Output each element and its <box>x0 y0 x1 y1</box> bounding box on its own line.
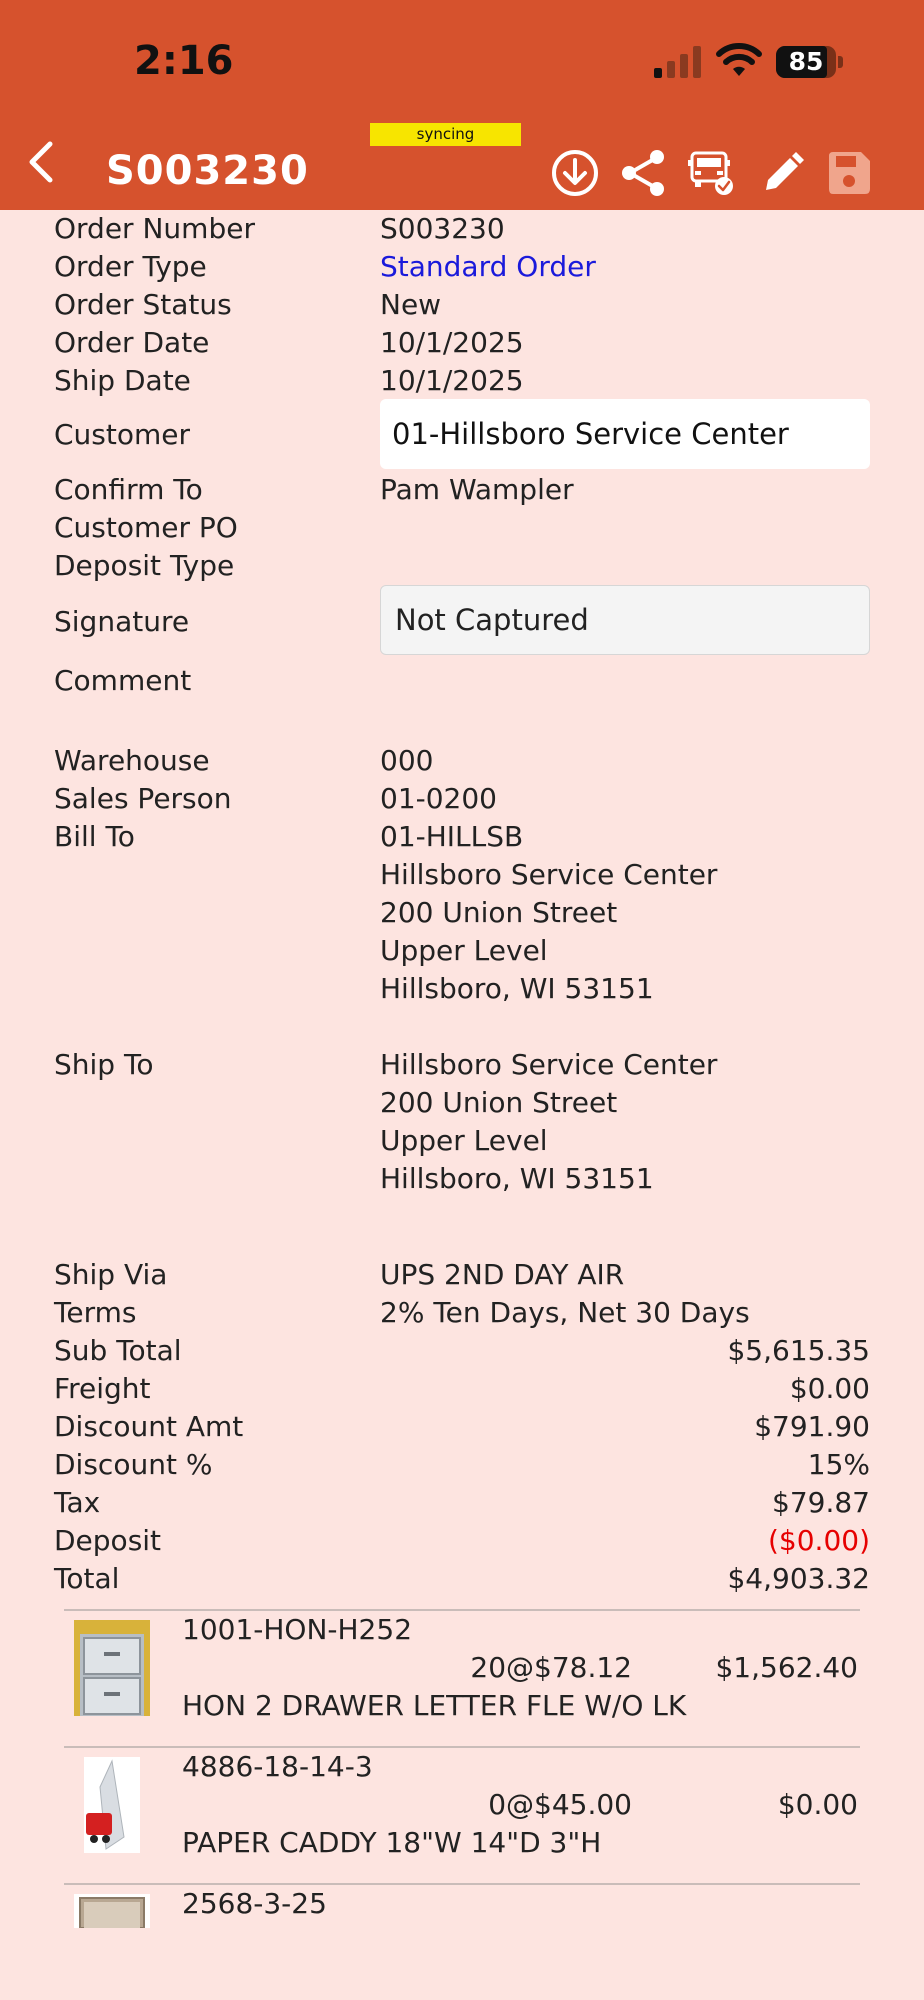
product-thumbnail <box>74 1620 150 1716</box>
item-qty-price: 0@$45.00 <box>488 1788 632 1821</box>
order-status-value: New <box>380 288 442 321</box>
bill-to-line: 01-HILLSB <box>380 820 524 853</box>
save-disk-icon[interactable] <box>824 148 874 198</box>
order-type-label: Order Type <box>54 250 207 283</box>
item-amount: $0.00 <box>777 1788 858 1821</box>
status-time: 2:16 <box>134 38 234 84</box>
item-sku: 2568-3-25 <box>182 1887 327 1920</box>
warehouse-value: 000 <box>380 744 434 777</box>
terms-value: 2% Ten Days, Net 30 Days <box>380 1296 750 1329</box>
discount-pct-label: Discount % <box>54 1448 213 1481</box>
discount-amt-value: $791.90 <box>754 1410 870 1443</box>
cellular-signal-icon <box>654 46 701 78</box>
warehouse-label: Warehouse <box>54 744 210 777</box>
order-date-label: Order Date <box>54 326 210 359</box>
freight-label: Freight <box>54 1372 151 1405</box>
sub-total-label: Sub Total <box>54 1334 182 1367</box>
wifi-icon <box>716 43 762 76</box>
battery-level: 85 <box>788 47 824 76</box>
customer-po-label: Customer PO <box>54 511 238 544</box>
app-header: 2:16 85 S003230 syncing <box>0 0 924 210</box>
sync-status-badge: syncing <box>370 123 521 146</box>
sales-person-value: 01-0200 <box>380 782 497 815</box>
sub-total-value: $5,615.35 <box>727 1334 870 1367</box>
bill-to-label: Bill To <box>54 820 135 853</box>
total-value: $4,903.32 <box>727 1562 870 1595</box>
tax-value: $79.87 <box>772 1486 870 1519</box>
ship-via-value: UPS 2ND DAY AIR <box>380 1258 625 1291</box>
sales-person-label: Sales Person <box>54 782 232 815</box>
discount-amt-label: Discount Amt <box>54 1410 244 1443</box>
download-circle-icon[interactable] <box>550 148 600 198</box>
order-type-link[interactable]: Standard Order <box>380 248 596 286</box>
product-thumbnail <box>84 1757 140 1853</box>
battery-icon: 85 <box>776 46 844 78</box>
terms-label: Terms <box>54 1296 137 1329</box>
freight-value: $0.00 <box>789 1372 870 1405</box>
ship-date-label: Ship Date <box>54 364 191 397</box>
ship-to-line: Hillsboro Service Center <box>380 1048 718 1081</box>
page-title: S003230 <box>106 148 309 194</box>
ship-to-line: Upper Level <box>380 1124 548 1157</box>
item-description: HON 2 DRAWER LETTER FLE W/O LK <box>182 1689 687 1722</box>
ship-to-line: Hillsboro, WI 53151 <box>380 1162 654 1195</box>
confirm-to-label: Confirm To <box>54 473 203 506</box>
order-date-value: 10/1/2025 <box>380 326 524 359</box>
ship-to-label: Ship To <box>54 1048 154 1081</box>
item-amount: $1,562.40 <box>715 1651 858 1684</box>
item-sku: 1001-HON-H252 <box>182 1613 413 1646</box>
delivery-truck-check-icon[interactable] <box>686 148 736 198</box>
signature-field[interactable]: Not Captured <box>380 585 870 655</box>
item-qty-price: 20@$78.12 <box>470 1651 632 1684</box>
order-number-label: Order Number <box>54 212 255 245</box>
bill-to-line: 200 Union Street <box>380 896 618 929</box>
ship-to-line: 200 Union Street <box>380 1086 618 1119</box>
customer-field[interactable]: 01-Hillsboro Service Center <box>380 399 870 469</box>
order-status-label: Order Status <box>54 288 232 321</box>
item-description: PAPER CADDY 18"W 14"D 3"H <box>182 1826 602 1859</box>
bill-to-line: Hillsboro, WI 53151 <box>380 972 654 1005</box>
ship-date-value: 10/1/2025 <box>380 364 524 397</box>
product-thumbnail <box>74 1894 150 1928</box>
signature-label: Signature <box>54 605 190 638</box>
customer-label: Customer <box>54 418 191 451</box>
back-chevron-icon[interactable] <box>22 140 60 184</box>
confirm-to-value: Pam Wampler <box>380 473 574 506</box>
comment-label: Comment <box>54 664 192 697</box>
deposit-type-label: Deposit Type <box>54 549 235 582</box>
total-label: Total <box>54 1562 120 1595</box>
item-sku: 4886-18-14-3 <box>182 1750 373 1783</box>
edit-pencil-icon[interactable] <box>756 148 806 198</box>
ship-via-label: Ship Via <box>54 1258 168 1291</box>
bill-to-line: Upper Level <box>380 934 548 967</box>
deposit-value: ($0.00) <box>767 1524 870 1557</box>
deposit-label: Deposit <box>54 1524 162 1557</box>
share-icon[interactable] <box>618 148 668 198</box>
discount-pct-value: 15% <box>807 1448 870 1481</box>
tax-label: Tax <box>54 1486 101 1519</box>
order-number-value: S003230 <box>380 212 505 245</box>
bill-to-line: Hillsboro Service Center <box>380 858 718 891</box>
